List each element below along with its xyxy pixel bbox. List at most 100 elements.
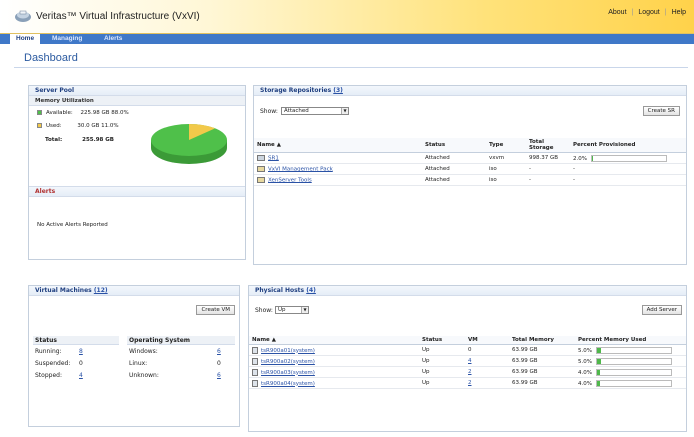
- table-header-row: Name ▲ Status VM Total Memory Percent Me…: [249, 336, 686, 345]
- top-links: About | Logout | Help: [608, 9, 686, 16]
- vm-os-row: Windows: 6: [129, 348, 233, 355]
- server-icon: [252, 357, 258, 365]
- cell-total-memory: 63.99 GB: [509, 377, 575, 389]
- col-vm[interactable]: VM: [465, 336, 509, 345]
- cell-percent-memory-used: 4.0%: [575, 366, 686, 378]
- vm-status-row: Suspended: 0: [35, 360, 119, 367]
- hosts-filter-select[interactable]: Up ▼: [275, 306, 309, 314]
- col-total-storage[interactable]: Total Storage: [526, 138, 570, 153]
- vm-count-link[interactable]: 4: [468, 358, 472, 364]
- vm-status-row: Running: 8: [35, 348, 119, 355]
- col-type[interactable]: Type: [486, 138, 526, 153]
- vms-title-text: Virtual Machines: [35, 287, 92, 294]
- used-value: 30.0 GB 11.0%: [77, 123, 119, 129]
- hosts-count-link[interactable]: (4): [306, 287, 316, 294]
- memory-bar: [596, 346, 672, 354]
- storage-name-link[interactable]: XenServer Tools: [268, 177, 312, 183]
- col-status[interactable]: Status: [419, 336, 465, 345]
- memory-bar: [596, 357, 672, 365]
- os-value[interactable]: 6: [217, 348, 221, 355]
- memory-bar-fill: [597, 369, 600, 375]
- cell-type: iso: [486, 174, 526, 186]
- vm-os-heading: Operating System: [127, 336, 235, 345]
- col-name[interactable]: Name ▲: [249, 336, 419, 345]
- os-label: Unknown:: [129, 372, 159, 379]
- used-legend: Used: 30.0 GB 11.0%: [37, 123, 119, 129]
- help-link[interactable]: Help: [672, 9, 686, 16]
- cell-vm-count: 4: [465, 355, 509, 367]
- cell-name: tsR900a01(system): [249, 344, 419, 356]
- app-title: Veritas™ Virtual Infrastructure (VxVI): [36, 11, 200, 22]
- storage-filter-value: Attached: [284, 108, 309, 114]
- table-row: tsR900a01(system) Up 0 63.99 GB 5.0%: [249, 344, 686, 356]
- table-row: SR1 Attached vxvm 998.37 GB 2.0%: [254, 152, 686, 164]
- percent-text: -: [573, 177, 575, 183]
- cell-status: Up: [419, 377, 465, 389]
- cell-name: tsR900a02(system): [249, 355, 419, 367]
- table-row: tsR900a03(system) Up 2 63.99 GB 4.0%: [249, 366, 686, 378]
- host-name-link[interactable]: tsR900a04(system): [261, 381, 315, 387]
- tab-home[interactable]: Home: [10, 34, 41, 44]
- cell-type: iso: [486, 163, 526, 175]
- vm-count-link[interactable]: 2: [468, 380, 472, 386]
- memory-bar-fill: [597, 347, 601, 353]
- storage-filter-select[interactable]: Attached ▼: [281, 107, 349, 115]
- memory-bar-fill: [597, 358, 601, 364]
- cell-total-memory: 63.99 GB: [509, 344, 575, 356]
- divider: |: [664, 9, 667, 16]
- storage-title: Storage Repositories (3): [254, 86, 686, 96]
- cell-percent-memory-used: 4.0%: [575, 377, 686, 389]
- logout-link[interactable]: Logout: [638, 9, 659, 16]
- about-link[interactable]: About: [608, 9, 626, 16]
- table-row: tsR900a04(system) Up 2 63.99 GB 4.0%: [249, 377, 686, 389]
- cell-status: Attached: [422, 152, 486, 164]
- cell-status: Attached: [422, 163, 486, 175]
- chevron-down-icon: ▼: [301, 307, 308, 313]
- storage-panel: Storage Repositories (3) Show: Attached …: [253, 85, 687, 265]
- total-label: Total:: [45, 137, 63, 143]
- vm-count-link[interactable]: 2: [468, 369, 472, 375]
- host-name-link[interactable]: tsR900a02(system): [261, 359, 315, 365]
- status-value[interactable]: 8: [79, 348, 83, 355]
- storage-icon: [257, 154, 265, 161]
- tab-managing[interactable]: Managing: [46, 34, 88, 44]
- storage-name-link[interactable]: SR1: [268, 155, 279, 161]
- create-vm-button[interactable]: Create VM: [196, 305, 235, 315]
- table-row: XenServer Tools Attached iso - -: [254, 174, 686, 186]
- host-name-link[interactable]: tsR900a03(system): [261, 370, 315, 376]
- status-label: Stopped:: [35, 372, 62, 379]
- hosts-title-text: Physical Hosts: [255, 287, 305, 294]
- col-name[interactable]: Name ▲: [254, 138, 422, 153]
- add-server-button[interactable]: Add Server: [641, 305, 682, 315]
- vm-os-row: Linux: 0: [129, 360, 233, 367]
- available-swatch: [37, 110, 42, 115]
- hosts-filter-value: Up: [278, 307, 286, 313]
- total-row: Total: 255.98 GB: [45, 137, 114, 143]
- status-value: 0: [79, 360, 83, 367]
- percent-text: 5.0%: [578, 358, 592, 365]
- memory-bar: [596, 379, 672, 387]
- vm-status-heading: Status: [33, 336, 119, 345]
- col-total-memory[interactable]: Total Memory: [509, 336, 575, 345]
- status-value[interactable]: 4: [79, 372, 83, 379]
- provisioned-bar-fill: [592, 155, 594, 161]
- tab-alerts[interactable]: Alerts: [98, 34, 128, 44]
- provisioned-bar: [591, 154, 667, 162]
- divider: |: [631, 9, 634, 16]
- col-status[interactable]: Status: [422, 138, 486, 153]
- header-bar: Veritas™ Virtual Infrastructure (VxVI) A…: [0, 0, 694, 34]
- cell-status: Up: [419, 344, 465, 356]
- vms-count-link[interactable]: (12): [94, 287, 108, 294]
- cell-name: SR1: [254, 152, 422, 164]
- storage-name-link[interactable]: VxVI Management Pack: [268, 166, 333, 172]
- col-percent-memory-used[interactable]: Percent Memory Used: [575, 336, 686, 345]
- os-value[interactable]: 6: [217, 372, 221, 379]
- create-sr-button[interactable]: Create SR: [642, 106, 680, 116]
- storage-count-link[interactable]: (3): [333, 87, 343, 94]
- status-label: Suspended:: [35, 360, 71, 367]
- table-row: tsR900a02(system) Up 4 63.99 GB 5.0%: [249, 355, 686, 367]
- host-name-link[interactable]: tsR900a01(system): [261, 348, 315, 354]
- col-percent-provisioned[interactable]: Percent Provisioned: [570, 138, 686, 153]
- vm-status-row: Stopped: 4: [35, 372, 119, 379]
- percent-text: -: [573, 166, 575, 172]
